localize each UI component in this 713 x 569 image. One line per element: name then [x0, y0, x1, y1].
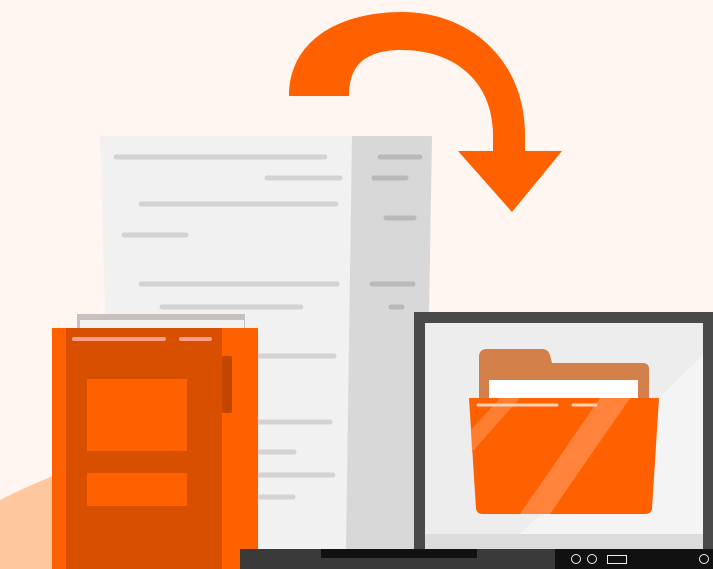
taskbar-status-icon[interactable] — [699, 554, 709, 564]
taskbar-window-icon[interactable] — [607, 554, 627, 564]
taskbar — [555, 549, 713, 569]
taskbar-circle-icon[interactable] — [571, 554, 581, 564]
folder-icon — [469, 349, 659, 514]
binder-icon — [52, 314, 258, 569]
illustration-canvas — [0, 12, 713, 569]
taskbar-circle-icon[interactable] — [587, 554, 597, 564]
